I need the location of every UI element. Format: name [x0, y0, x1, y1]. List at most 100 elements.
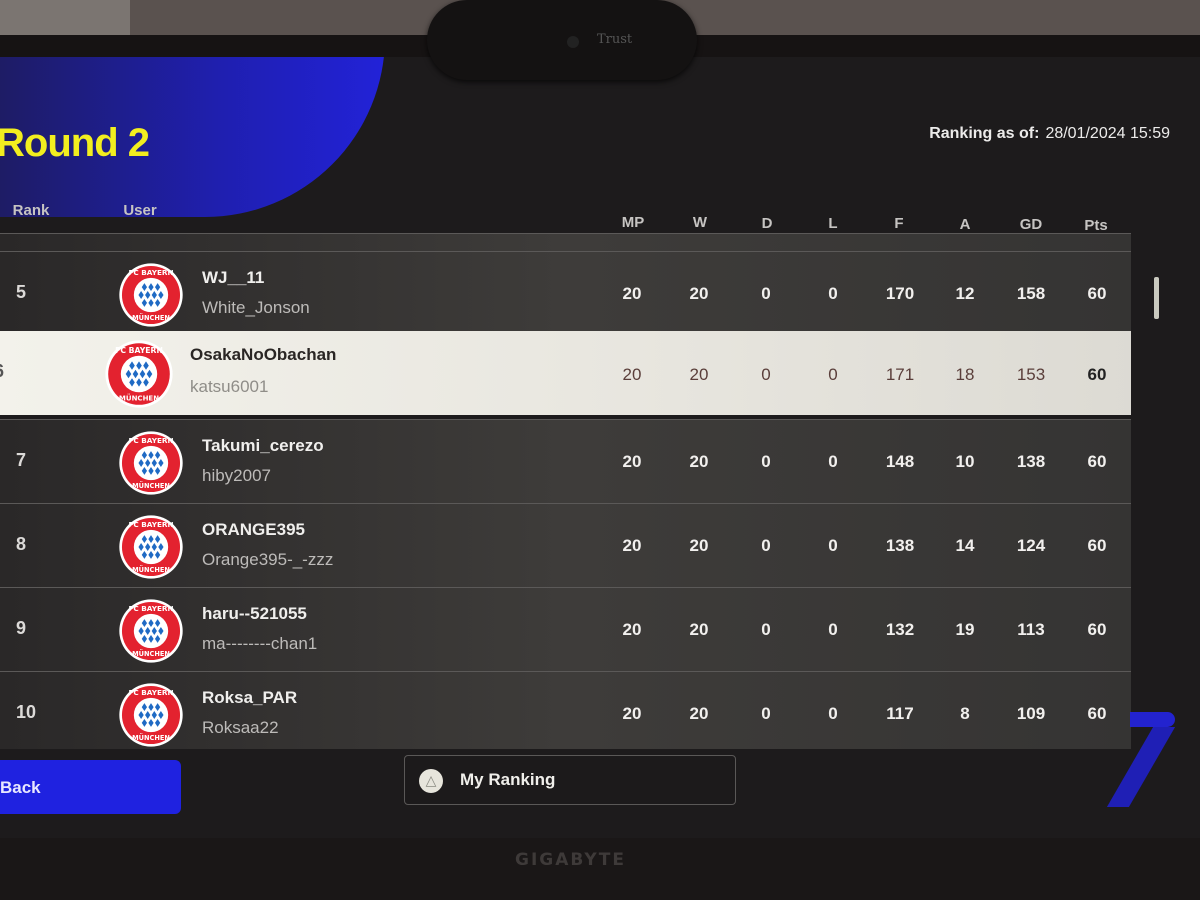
back-button[interactable]: Back	[0, 760, 181, 814]
draws-cell: 0	[761, 365, 771, 384]
draws-cell: 0	[761, 284, 771, 303]
draws-cell: 0	[761, 620, 771, 639]
ranking-as-of-label: Ranking as of:	[929, 125, 1040, 142]
rank-cell: 9	[16, 618, 27, 638]
svg-text:FC BAYERN: FC BAYERN	[128, 520, 173, 529]
user-name: ORANGE395	[202, 520, 305, 539]
scrollbar-thumb[interactable]	[1154, 277, 1159, 319]
matches-played-cell: 20	[622, 452, 642, 471]
user-id: hiby2007	[202, 466, 272, 485]
club-crest-icon: FC BAYERN MÜNCHEN	[119, 515, 183, 579]
goal-difference-cell: 153	[1016, 365, 1046, 384]
losses-cell: 0	[828, 536, 838, 555]
points-cell: 60	[1087, 536, 1107, 555]
page-title: Round 2	[0, 121, 150, 165]
goals-against-cell: 19	[955, 620, 975, 639]
club-crest-icon: FC BAYERN MÜNCHEN	[105, 340, 173, 408]
losses-cell: 0	[828, 620, 838, 639]
svg-text:FC BAYERN: FC BAYERN	[128, 604, 173, 613]
user-id: Orange395-_-zzz	[202, 550, 334, 569]
column-header-a: A	[959, 216, 971, 233]
column-header-rank: Rank	[12, 202, 50, 219]
svg-text:FC BAYERN: FC BAYERN	[115, 346, 163, 355]
goals-against-cell: 14	[955, 536, 975, 555]
matches-played-cell: 20	[622, 704, 642, 723]
points-cell: 60	[1087, 452, 1107, 471]
game-screen: Round 2 Ranking as of: 28/01/2024 15:59 R…	[0, 57, 1200, 838]
svg-text:MÜNCHEN: MÜNCHEN	[132, 733, 170, 742]
user-name: haru--521055	[202, 604, 307, 623]
svg-text:FC BAYERN: FC BAYERN	[128, 688, 173, 697]
losses-cell: 0	[828, 284, 838, 303]
table-row-partial[interactable]	[0, 233, 1131, 251]
goals-for-cell: 132	[885, 620, 915, 639]
goals-against-cell: 18	[955, 365, 975, 384]
points-cell: 60	[1087, 365, 1107, 384]
goals-for-cell: 171	[885, 365, 915, 384]
svg-text:MÜNCHEN: MÜNCHEN	[132, 649, 170, 658]
draws-cell: 0	[761, 704, 771, 723]
column-header-w: W	[692, 214, 708, 231]
table-row[interactable]: 7 FC BAYERN MÜNCHEN Takumi_cerezo hiby20…	[0, 419, 1131, 503]
losses-cell: 0	[828, 452, 838, 471]
ranking-table[interactable]: 5 FC BAYERN MÜNCHEN WJ__11 White_Jonson …	[0, 233, 1131, 749]
wins-cell: 20	[689, 452, 709, 471]
user-name: WJ__11	[202, 268, 265, 287]
matches-played-cell: 20	[622, 365, 642, 384]
rank-cell: 7	[16, 450, 27, 470]
rank-cell: 10	[16, 702, 37, 722]
table-row[interactable]: 9 FC BAYERN MÜNCHEN haru--521055 ma-----…	[0, 587, 1131, 671]
draws-cell: 0	[761, 452, 771, 471]
column-header-l: L	[828, 215, 838, 232]
table-row[interactable]: 5 FC BAYERN MÜNCHEN WJ__11 White_Jonson …	[0, 251, 1131, 335]
losses-cell: 0	[828, 704, 838, 723]
matches-played-cell: 20	[622, 620, 642, 639]
ranking-as-of-value: 28/01/2024 15:59	[1045, 125, 1170, 142]
goals-against-cell: 10	[955, 452, 975, 471]
points-cell: 60	[1087, 704, 1107, 723]
column-header-pts: Pts	[1084, 217, 1108, 234]
my-ranking-button[interactable]: △ My Ranking	[404, 755, 736, 805]
wins-cell: 20	[689, 536, 709, 555]
user-name: OsakaNoObachan	[190, 345, 337, 364]
column-header-gd: GD	[1019, 216, 1043, 233]
svg-text:MÜNCHEN: MÜNCHEN	[132, 481, 170, 490]
triangle-button-icon: △	[419, 769, 443, 793]
column-header-mp: MP	[621, 214, 645, 231]
goal-difference-cell: 113	[1017, 620, 1045, 639]
table-row-selected[interactable]: 6 FC BAYERN MÜNCHEN OsakaNoObachan katsu…	[0, 331, 1131, 415]
points-cell: 60	[1087, 284, 1107, 303]
goal-difference-cell: 109	[1016, 704, 1046, 723]
user-name: Roksa_PAR	[202, 688, 298, 707]
user-id: ma--------chan1	[202, 634, 318, 653]
wins-cell: 20	[689, 284, 709, 303]
svg-text:FC BAYERN: FC BAYERN	[128, 436, 173, 445]
user-name: Takumi_cerezo	[202, 436, 324, 455]
svg-text:MÜNCHEN: MÜNCHEN	[132, 565, 170, 574]
column-header-user: User	[123, 202, 157, 219]
user-id: Roksaa22	[202, 718, 279, 737]
wins-cell: 20	[689, 620, 709, 639]
webcam-lens-icon	[567, 36, 579, 48]
matches-played-cell: 20	[622, 284, 642, 303]
table-row[interactable]: 10 FC BAYERN MÜNCHEN Roksa_PAR Roksaa22 …	[0, 671, 1131, 749]
goals-for-cell: 148	[885, 452, 915, 471]
club-crest-icon: FC BAYERN MÜNCHEN	[119, 431, 183, 495]
table-row[interactable]: 8 FC BAYERN MÜNCHEN ORANGE395 Orange395-…	[0, 503, 1131, 587]
svg-text:MÜNCHEN: MÜNCHEN	[132, 313, 170, 322]
webcam: Trust	[427, 0, 697, 80]
user-id: White_Jonson	[202, 298, 310, 317]
wins-cell: 20	[689, 704, 709, 723]
decorative-accent	[1130, 712, 1175, 727]
goal-difference-cell: 138	[1016, 452, 1046, 471]
goal-difference-cell: 124	[1016, 536, 1046, 555]
club-crest-icon: FC BAYERN MÜNCHEN	[119, 263, 183, 327]
webcam-brand: Trust	[597, 32, 633, 47]
matches-played-cell: 20	[622, 536, 642, 555]
goals-against-cell: 12	[955, 284, 975, 303]
background-light	[0, 0, 130, 40]
goal-difference-cell: 158	[1016, 284, 1046, 303]
column-header-f: F	[894, 215, 904, 232]
points-cell: 60	[1087, 620, 1107, 639]
svg-text:FC BAYERN: FC BAYERN	[128, 268, 173, 277]
